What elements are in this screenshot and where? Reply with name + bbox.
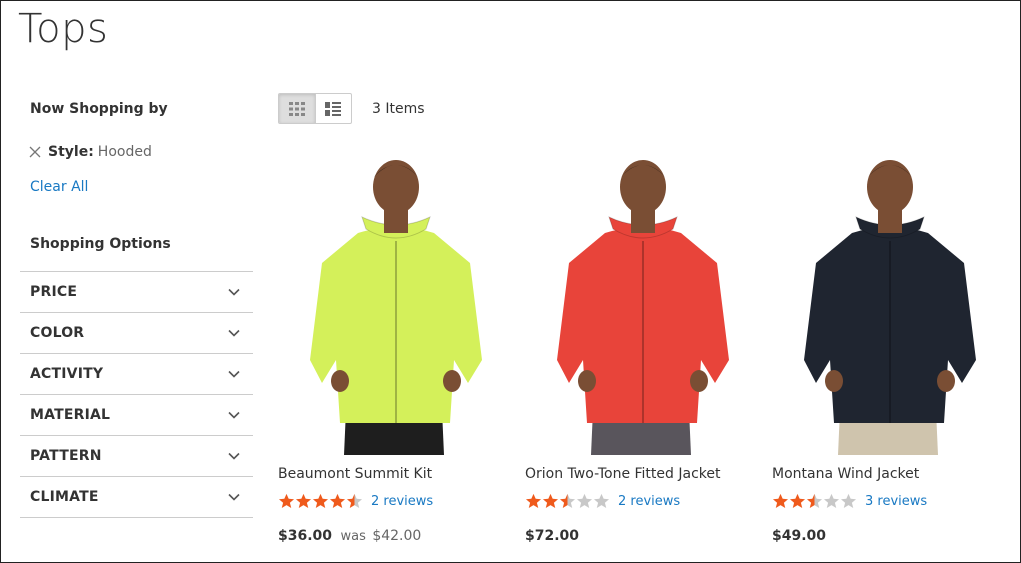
product-price: $72.00 bbox=[525, 528, 580, 544]
product-rating: 3 reviews bbox=[772, 493, 927, 509]
filter-option-climate[interactable]: CLIMATE bbox=[20, 477, 253, 518]
active-filter: Style: Hooded bbox=[28, 144, 152, 160]
reviews-link[interactable]: 3 reviews bbox=[865, 494, 927, 509]
star-icon bbox=[576, 493, 593, 508]
product-name-link[interactable]: Montana Wind Jacket bbox=[772, 466, 919, 482]
star-icon bbox=[346, 493, 363, 508]
rating-stars bbox=[772, 493, 857, 509]
view-mode-switcher bbox=[278, 93, 352, 124]
star-icon bbox=[312, 493, 329, 508]
star-icon bbox=[823, 493, 840, 508]
product-name-link[interactable]: Beaumont Summit Kit bbox=[278, 466, 432, 482]
star-icon bbox=[278, 493, 295, 508]
product-photo bbox=[525, 155, 761, 455]
list-view-button[interactable] bbox=[314, 94, 352, 123]
chevron-down-icon bbox=[228, 370, 240, 378]
chevron-down-icon bbox=[228, 452, 240, 460]
star-icon bbox=[329, 493, 346, 508]
star-icon bbox=[806, 493, 823, 508]
chevron-down-icon bbox=[228, 288, 240, 296]
product-name-link[interactable]: Orion Two-Tone Fitted Jacket bbox=[525, 466, 720, 482]
price-box: $49.00 bbox=[772, 528, 826, 544]
remove-filter-icon[interactable] bbox=[28, 145, 42, 159]
rating-stars bbox=[525, 493, 610, 509]
star-icon bbox=[542, 493, 559, 508]
product-rating: 2 reviews bbox=[278, 493, 433, 509]
clear-all-link[interactable]: Clear All bbox=[30, 179, 88, 195]
product-card: Orion Two-Tone Fitted Jacket 2 reviews $… bbox=[525, 155, 761, 544]
reviews-link[interactable]: 2 reviews bbox=[618, 494, 680, 509]
star-icon bbox=[559, 493, 576, 508]
filter-option-label: PRICE bbox=[30, 284, 78, 300]
product-image[interactable] bbox=[278, 155, 514, 455]
filter-option-pattern[interactable]: PATTERN bbox=[20, 436, 253, 477]
filter-option-label: MATERIAL bbox=[30, 407, 111, 423]
product-image[interactable] bbox=[525, 155, 761, 455]
star-icon bbox=[840, 493, 857, 508]
product-photo bbox=[772, 155, 1008, 455]
product-rating: 2 reviews bbox=[525, 493, 680, 509]
item-count: 3 Items bbox=[372, 101, 425, 117]
star-icon bbox=[295, 493, 312, 508]
active-filter-label: Style: bbox=[48, 144, 94, 160]
product-price: $49.00 bbox=[772, 528, 827, 544]
price-box: $72.00 bbox=[525, 528, 579, 544]
now-shopping-heading: Now Shopping by bbox=[30, 101, 168, 117]
filter-option-price[interactable]: PRICE bbox=[20, 272, 253, 313]
product-photo bbox=[278, 155, 514, 455]
star-icon bbox=[772, 493, 789, 508]
filter-option-label: PATTERN bbox=[30, 448, 102, 464]
filter-option-label: ACTIVITY bbox=[30, 366, 104, 382]
shopping-options-heading: Shopping Options bbox=[30, 236, 171, 252]
filter-option-label: COLOR bbox=[30, 325, 85, 341]
old-price: $42.00 bbox=[372, 528, 422, 544]
rating-stars bbox=[278, 493, 363, 509]
product-card: Beaumont Summit Kit 2 reviews $36.00 was… bbox=[278, 155, 514, 544]
grid-view-button[interactable] bbox=[279, 94, 315, 123]
active-filter-value: Hooded bbox=[97, 144, 152, 160]
page-title: Tops bbox=[18, 6, 109, 52]
price-box: $36.00 was $42.00 bbox=[278, 528, 421, 544]
chevron-down-icon bbox=[228, 493, 240, 501]
product-card: Montana Wind Jacket 3 reviews $49.00 bbox=[772, 155, 1008, 544]
product-image[interactable] bbox=[772, 155, 1008, 455]
reviews-link[interactable]: 2 reviews bbox=[371, 494, 433, 509]
grid-icon bbox=[288, 101, 305, 116]
list-icon bbox=[325, 101, 342, 116]
chevron-down-icon bbox=[228, 411, 240, 419]
old-price-label: was bbox=[340, 529, 366, 544]
filter-option-label: CLIMATE bbox=[30, 489, 99, 505]
product-price: $36.00 bbox=[278, 528, 333, 544]
filter-option-material[interactable]: MATERIAL bbox=[20, 395, 253, 436]
filter-option-color[interactable]: COLOR bbox=[20, 313, 253, 354]
filter-option-activity[interactable]: ACTIVITY bbox=[20, 354, 253, 395]
shopping-options-list: PRICE COLOR ACTIVITY MATERIAL PATTERN CL… bbox=[20, 271, 253, 518]
star-icon bbox=[789, 493, 806, 508]
chevron-down-icon bbox=[228, 329, 240, 337]
star-icon bbox=[593, 493, 610, 508]
star-icon bbox=[525, 493, 542, 508]
